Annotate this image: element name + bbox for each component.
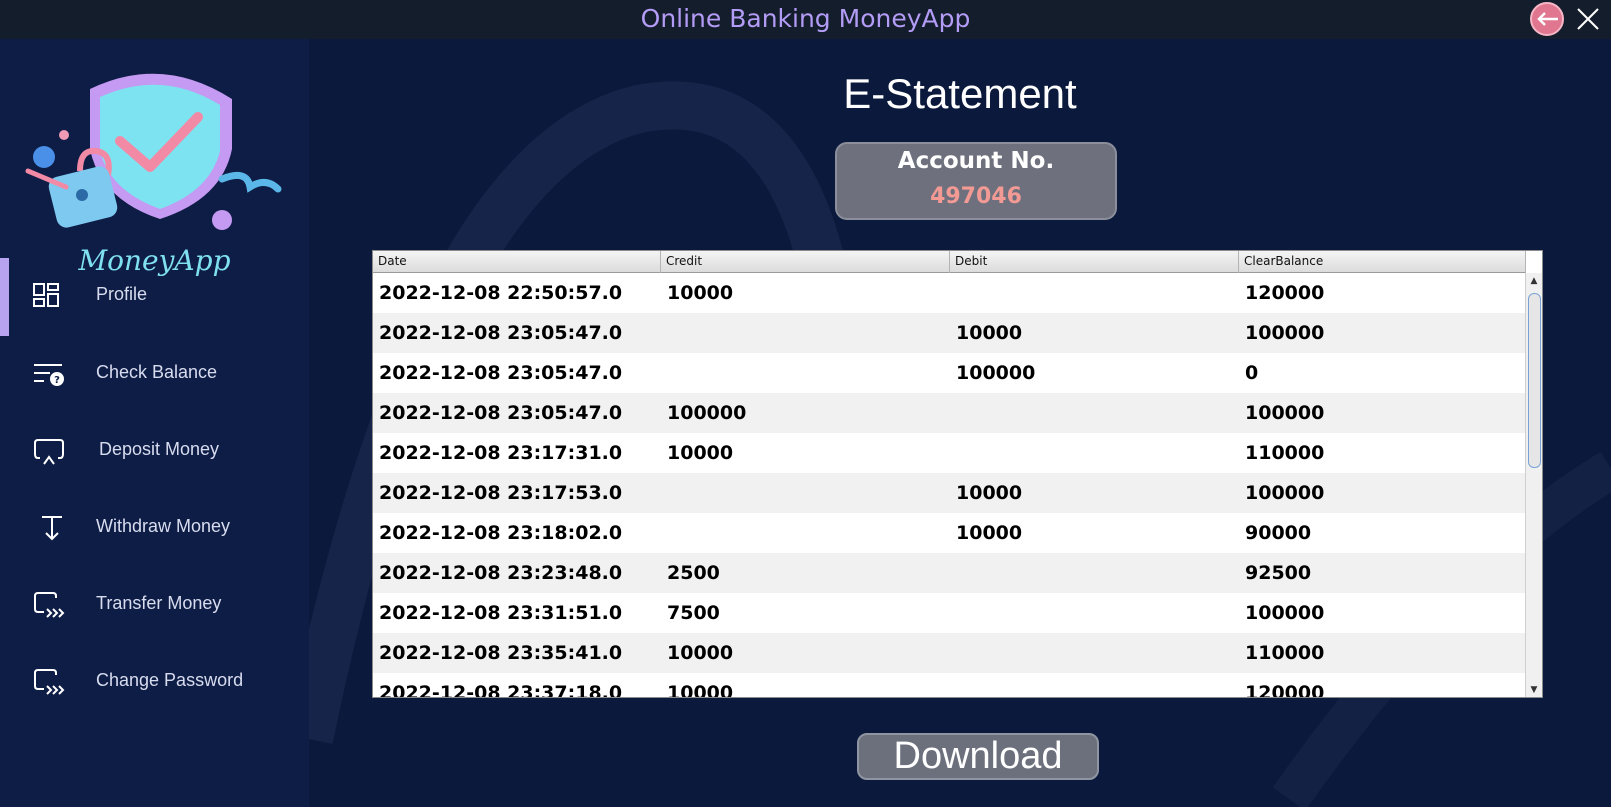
table-header: Date Credit Debit ClearBalance xyxy=(373,251,1526,273)
sidebar-item-transfer-money[interactable]: Transfer Money xyxy=(0,567,309,645)
cell-credit: 10000 xyxy=(667,642,734,664)
cell-date: 2022-12-08 23:05:47.0 xyxy=(379,362,623,384)
table-row[interactable]: 2022-12-08 23:31:51.0 7500 100000 xyxy=(373,593,1526,633)
account-number: 497046 xyxy=(930,184,1022,209)
cell-credit: 2500 xyxy=(667,562,720,584)
download-button[interactable]: Download xyxy=(857,733,1099,780)
cell-debit xyxy=(950,393,1239,433)
cell-date: 2022-12-08 23:17:53.0 xyxy=(379,482,623,504)
sidebar-item-deposit-money[interactable]: Deposit Money xyxy=(0,413,309,491)
table-row[interactable]: 2022-12-08 23:23:48.0 2500 92500 xyxy=(373,553,1526,593)
cell-debit: 10000 xyxy=(956,322,1023,344)
cell-clear-balance: 100000 xyxy=(1245,482,1325,504)
cell-credit xyxy=(661,353,950,393)
sidebar-item-label: Profile xyxy=(96,284,148,304)
logout-icon xyxy=(1537,12,1558,26)
sidebar: MoneyApp Profile ? Check Balance Deposit… xyxy=(0,39,309,807)
table-row[interactable]: 2022-12-08 23:05:47.0 10000 100000 xyxy=(373,313,1526,353)
cell-clear-balance: 100000 xyxy=(1245,602,1325,624)
table-row[interactable]: 2022-12-08 23:17:31.0 10000 110000 xyxy=(373,433,1526,473)
cell-date: 2022-12-08 23:05:47.0 xyxy=(379,402,623,424)
scroll-thumb[interactable] xyxy=(1528,293,1541,468)
table-body: 2022-12-08 22:50:57.0 10000 120000 2022-12-… xyxy=(373,273,1526,698)
sidebar-item-label: Withdraw Money xyxy=(96,516,231,536)
cell-clear-balance: 110000 xyxy=(1245,642,1325,664)
account-info-box: Account No. 497046 xyxy=(835,142,1117,220)
cell-credit: 10000 xyxy=(667,682,734,698)
sidebar-item-label: Deposit Money xyxy=(99,439,220,459)
cell-debit xyxy=(950,593,1239,633)
cell-date: 2022-12-08 23:37:18.0 xyxy=(379,682,623,698)
main-panel: E-Statement Account No. 497046 Date Cred… xyxy=(309,39,1611,807)
cell-debit: 10000 xyxy=(956,482,1023,504)
cell-clear-balance: 92500 xyxy=(1245,562,1312,584)
cell-credit xyxy=(661,473,950,513)
sidebar-item-label: Transfer Money xyxy=(96,593,222,613)
cell-date: 2022-12-08 23:35:41.0 xyxy=(379,642,623,664)
cell-debit xyxy=(950,273,1239,313)
sidebar-item-check-balance[interactable]: ? Check Balance xyxy=(0,336,309,414)
account-label: Account No. xyxy=(897,148,1055,174)
withdraw-icon xyxy=(42,516,62,541)
table-row[interactable]: 2022-12-08 23:35:41.0 10000 110000 xyxy=(373,633,1526,673)
table-row[interactable]: 2022-12-08 23:05:47.0 100000 0 xyxy=(373,353,1526,393)
window-title: Online Banking MoneyApp xyxy=(640,4,971,33)
balance-check-icon: ? xyxy=(34,364,64,386)
cell-credit: 10000 xyxy=(667,282,734,304)
cell-date: 2022-12-08 23:18:02.0 xyxy=(379,522,623,544)
column-header-credit[interactable]: Credit xyxy=(661,251,950,273)
sidebar-item-label: Check Balance xyxy=(96,362,218,382)
scroll-up-arrow-icon[interactable]: ▲ xyxy=(1526,273,1542,289)
transfer-icon xyxy=(34,592,65,618)
scroll-down-arrow-icon[interactable]: ▼ xyxy=(1526,682,1542,697)
table-row[interactable]: 2022-12-08 23:37:18.0 10000 120000 xyxy=(373,673,1526,698)
cell-clear-balance: 120000 xyxy=(1245,282,1325,304)
cell-debit xyxy=(950,433,1239,473)
logout-button[interactable] xyxy=(1530,2,1564,36)
cell-credit xyxy=(661,313,950,353)
cell-debit xyxy=(950,673,1239,697)
vertical-scrollbar[interactable]: ▲ ▼ xyxy=(1525,273,1542,697)
cell-debit xyxy=(950,553,1239,593)
page-title: E-Statement xyxy=(843,70,1077,117)
table-row[interactable]: 2022-12-08 23:05:47.0 100000 100000 xyxy=(373,393,1526,433)
cell-clear-balance: 100000 xyxy=(1245,402,1325,424)
cell-credit: 7500 xyxy=(667,602,720,624)
column-header-clear-balance[interactable]: ClearBalance xyxy=(1239,251,1526,273)
cell-debit: 10000 xyxy=(956,522,1023,544)
table-row[interactable]: 2022-12-08 23:17:53.0 10000 100000 xyxy=(373,473,1526,513)
column-header-date[interactable]: Date xyxy=(373,251,661,273)
column-header-debit[interactable]: Debit xyxy=(950,251,1239,273)
shield-lock-logo-icon xyxy=(25,73,282,230)
cell-clear-balance: 0 xyxy=(1245,362,1259,384)
table-row[interactable]: 2022-12-08 23:18:02.0 10000 90000 xyxy=(373,513,1526,553)
cell-date: 2022-12-08 23:17:31.0 xyxy=(379,442,623,464)
cell-date: 2022-12-08 23:31:51.0 xyxy=(379,602,623,624)
cell-clear-balance: 110000 xyxy=(1245,442,1325,464)
sidebar-item-change-password[interactable]: Change Password xyxy=(0,644,309,722)
transfer-icon xyxy=(34,669,65,695)
cell-clear-balance: 100000 xyxy=(1245,322,1325,344)
cell-credit xyxy=(661,513,950,553)
cell-credit: 100000 xyxy=(667,402,747,424)
table-row[interactable]: 2022-12-08 22:50:57.0 10000 120000 xyxy=(373,273,1526,313)
deposit-icon xyxy=(34,439,64,465)
cell-debit xyxy=(950,633,1239,673)
cell-date: 2022-12-08 23:05:47.0 xyxy=(379,322,623,344)
cell-debit: 100000 xyxy=(956,362,1036,384)
svg-text:?: ? xyxy=(54,375,60,386)
dashboard-icon xyxy=(33,283,59,307)
sidebar-item-label: Change Password xyxy=(96,670,244,690)
cell-clear-balance: 90000 xyxy=(1245,522,1312,544)
cell-clear-balance: 120000 xyxy=(1245,682,1325,698)
sidebar-item-profile[interactable]: Profile xyxy=(0,258,309,336)
statement-table: Date Credit Debit ClearBalance 2022-12-0… xyxy=(372,250,1543,698)
close-button[interactable] xyxy=(1572,3,1604,35)
close-icon xyxy=(1577,8,1599,30)
cell-credit: 10000 xyxy=(667,442,734,464)
cell-date: 2022-12-08 22:50:57.0 xyxy=(379,282,623,304)
title-bar: Online Banking MoneyApp xyxy=(0,0,1611,39)
sidebar-item-withdraw-money[interactable]: Withdraw Money xyxy=(0,490,309,568)
cell-date: 2022-12-08 23:23:48.0 xyxy=(379,562,623,584)
